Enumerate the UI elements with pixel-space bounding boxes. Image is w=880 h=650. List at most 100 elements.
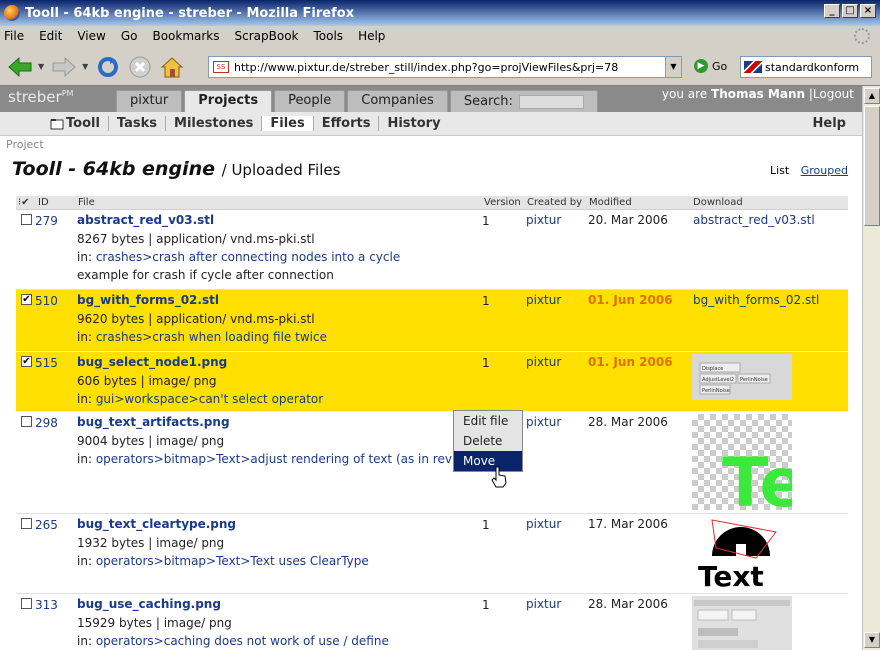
col-id[interactable]: ID: [38, 197, 49, 208]
help-link[interactable]: Help: [813, 116, 846, 131]
created-by-link[interactable]: pixtur: [526, 517, 561, 531]
vertical-scrollbar[interactable]: ▲ ▼: [862, 86, 880, 650]
stop-icon[interactable]: [126, 53, 154, 81]
back-dropdown-icon[interactable]: ▼: [38, 62, 44, 71]
row-checkbox[interactable]: ✔: [21, 294, 32, 305]
col-download[interactable]: Download: [693, 197, 743, 208]
view-grouped-link[interactable]: Grouped: [801, 164, 848, 177]
file-name-link[interactable]: bug_use_caching.png: [77, 597, 221, 611]
row-id[interactable]: 298: [35, 416, 58, 430]
menu-file[interactable]: File: [4, 29, 24, 43]
table-row[interactable]: 313 bug_use_caching.png 15929 bytes | im…: [16, 594, 848, 650]
url-dropdown-icon[interactable]: ▼: [665, 57, 681, 77]
forward-icon[interactable]: [50, 53, 78, 81]
tab-pixtur[interactable]: pixtur: [116, 90, 183, 112]
menu-view[interactable]: View: [77, 29, 105, 43]
scroll-up-icon[interactable]: ▲: [864, 88, 880, 104]
created-by-link[interactable]: pixtur: [526, 355, 561, 369]
task-path-link[interactable]: crashes>crash when loading file twice: [96, 330, 327, 344]
row-id[interactable]: 279: [35, 214, 58, 228]
tab-people[interactable]: People: [274, 90, 346, 112]
col-modified[interactable]: Modified: [589, 197, 632, 208]
col-file[interactable]: File: [78, 197, 95, 208]
browser-search-input[interactable]: standardkonform: [740, 56, 872, 78]
file-name-link[interactable]: bug_text_artifacts.png: [77, 415, 230, 429]
col-version[interactable]: Version: [484, 197, 521, 208]
row-id[interactable]: 265: [35, 518, 58, 532]
col-created-by[interactable]: Created by: [527, 197, 582, 208]
row-checkbox[interactable]: [21, 416, 32, 427]
task-path-link[interactable]: operators>bitmap>Text>adjust rendering o…: [96, 452, 460, 466]
table-row[interactable]: ✔ 515 bug_select_node1.png 606 bytes | i…: [16, 352, 848, 412]
scroll-thumb[interactable]: [864, 106, 880, 226]
download-link[interactable]: bg_with_forms_02.stl: [693, 293, 819, 307]
file-meta: 8267 bytes | application/ vnd.ms-pki.stl: [77, 232, 315, 246]
menu-item-edit-file[interactable]: Edit file: [454, 411, 522, 431]
streber-logo[interactable]: streberPM: [8, 88, 73, 106]
table-row[interactable]: 265 bug_text_cleartype.png 1932 bytes | …: [16, 514, 848, 594]
logout-link[interactable]: Logout: [813, 87, 854, 101]
created-by-link[interactable]: pixtur: [526, 415, 561, 429]
forward-dropdown-icon[interactable]: ▼: [82, 62, 88, 71]
back-icon[interactable]: [6, 53, 34, 81]
close-window-button[interactable]: ×: [860, 4, 876, 18]
reload-icon[interactable]: [94, 53, 122, 81]
select-all-icon[interactable]: ⁝✔: [18, 197, 30, 208]
menu-bookmarks[interactable]: Bookmarks: [152, 29, 219, 43]
subnav-history[interactable]: History: [379, 116, 448, 131]
menu-go[interactable]: Go: [121, 29, 138, 43]
breadcrumb[interactable]: Project: [6, 138, 44, 151]
created-by-link[interactable]: pixtur: [526, 213, 561, 227]
file-location: in: operators>caching does not work of u…: [77, 634, 389, 648]
scroll-down-icon[interactable]: ▼: [864, 632, 880, 648]
task-path-link[interactable]: crashes>crash after connecting nodes int…: [96, 250, 400, 264]
node-graph-thumbnail[interactable]: Displace AdjustLevel2 PerlinNoise Perlin…: [692, 354, 792, 400]
caching-thumbnail[interactable]: [692, 596, 792, 650]
download-link[interactable]: abstract_red_v03.stl: [693, 213, 815, 227]
go-arrow-icon: ▶: [694, 59, 708, 73]
row-checkbox[interactable]: [21, 214, 32, 225]
menu-item-move-files[interactable]: Move files: [454, 451, 522, 486]
row-checkbox[interactable]: ✔: [21, 356, 32, 367]
created-by-link[interactable]: pixtur: [526, 597, 561, 611]
file-name-link[interactable]: bug_select_node1.png: [77, 355, 227, 369]
file-name-link[interactable]: abstract_red_v03.stl: [77, 213, 214, 227]
file-name-link[interactable]: bg_with_forms_02.stl: [77, 293, 219, 307]
text-cleartype-thumbnail[interactable]: Text: [692, 516, 792, 590]
file-name-link[interactable]: bug_text_cleartype.png: [77, 517, 236, 531]
table-row[interactable]: ✔ 510 bg_with_forms_02.stl 9620 bytes | …: [16, 290, 848, 352]
user-name[interactable]: Thomas Mann: [711, 87, 805, 101]
go-button[interactable]: ▶ Go: [694, 59, 727, 73]
url-input[interactable]: SS http://www.pixtur.de/streber_still/in…: [208, 56, 682, 78]
maximize-button[interactable]: □: [842, 4, 858, 18]
row-checkbox[interactable]: [21, 518, 32, 529]
file-meta: 1932 bytes | image/ png: [77, 536, 225, 550]
tab-companies[interactable]: Companies: [347, 90, 448, 112]
menu-tools[interactable]: Tools: [314, 29, 344, 43]
created-by-link[interactable]: pixtur: [526, 293, 561, 307]
task-path-link[interactable]: gui>workspace>can't select operator: [96, 392, 323, 406]
menu-help[interactable]: Help: [358, 29, 385, 43]
row-id[interactable]: 313: [35, 598, 58, 612]
menu-edit[interactable]: Edit: [39, 29, 62, 43]
subnav-tooll[interactable]: Tooll: [50, 116, 109, 131]
thumb-label: PerlinNoise: [702, 388, 730, 394]
task-path-link[interactable]: operators>caching does not work of use /…: [96, 634, 389, 648]
home-icon[interactable]: [158, 53, 186, 81]
menu-scrapbook[interactable]: ScrapBook: [235, 29, 299, 43]
text-artifacts-thumbnail[interactable]: Te: [692, 414, 792, 510]
table-row[interactable]: 279 abstract_red_v03.stl 8267 bytes | ap…: [16, 210, 848, 290]
row-id[interactable]: 515: [35, 356, 58, 370]
task-path-link[interactable]: operators>bitmap>Text>Text uses ClearTyp…: [96, 554, 369, 568]
tab-projects[interactable]: Projects: [184, 90, 273, 113]
subnav-efforts[interactable]: Efforts: [314, 116, 380, 131]
subnav-tasks[interactable]: Tasks: [109, 116, 167, 131]
menu-item-delete[interactable]: Delete: [454, 431, 522, 451]
row-id[interactable]: 510: [35, 294, 58, 308]
minimize-button[interactable]: _: [824, 4, 840, 18]
row-checkbox[interactable]: [21, 598, 32, 609]
subnav-files[interactable]: Files: [262, 116, 314, 131]
app-search-input[interactable]: [518, 94, 584, 109]
subnav-milestones[interactable]: Milestones: [166, 116, 263, 131]
table-row[interactable]: 298 bug_text_artifacts.png 9004 bytes | …: [16, 412, 848, 514]
